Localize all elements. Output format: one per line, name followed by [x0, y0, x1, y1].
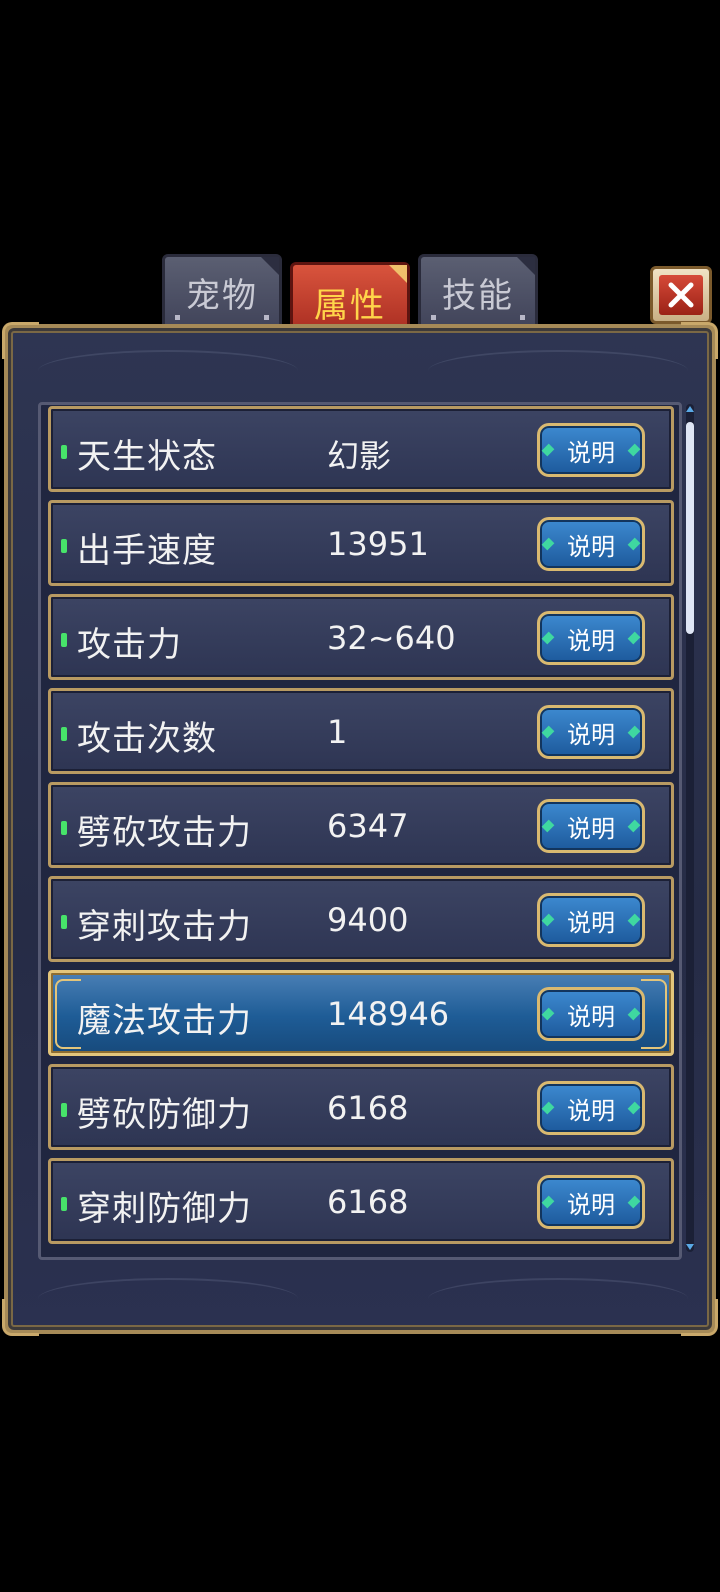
- explain-button[interactable]: 说明: [537, 423, 645, 477]
- explain-button[interactable]: 说明: [537, 1081, 645, 1135]
- tab-skills[interactable]: 技能: [418, 254, 538, 330]
- bullet-icon: [61, 727, 67, 741]
- attribute-row[interactable]: 穿刺攻击力 9400 说明: [48, 876, 674, 962]
- attribute-value: 6347: [327, 807, 409, 845]
- attribute-label: 攻击次数: [77, 719, 217, 759]
- explain-button[interactable]: 说明: [537, 517, 645, 571]
- bullet-icon: [61, 633, 67, 647]
- explain-button[interactable]: 说明: [537, 705, 645, 759]
- attribute-row[interactable]: 穿刺防御力 6168 说明: [48, 1158, 674, 1244]
- attribute-label: 魔法攻击力: [77, 1001, 252, 1041]
- attribute-value: 148946: [327, 995, 450, 1033]
- attribute-row[interactable]: 劈砍防御力 6168 说明: [48, 1064, 674, 1150]
- attribute-value: 6168: [327, 1183, 409, 1221]
- tab-pet-label: 宠物: [186, 275, 258, 316]
- attribute-label: 穿刺攻击力: [77, 907, 252, 947]
- bullet-icon: [61, 445, 67, 459]
- explain-button[interactable]: 说明: [537, 893, 645, 947]
- attribute-label: 劈砍防御力: [77, 1095, 252, 1135]
- attribute-value: 32~640: [327, 619, 456, 657]
- attribute-label: 攻击力: [77, 625, 182, 665]
- decorative-swirl: [428, 1278, 688, 1320]
- attribute-row[interactable]: 攻击次数 1 说明: [48, 688, 674, 774]
- attribute-row[interactable]: 出手速度 13951 说明: [48, 500, 674, 586]
- attribute-row[interactable]: 攻击力 32~640 说明: [48, 594, 674, 680]
- tab-skills-label: 技能: [442, 275, 514, 316]
- attribute-row[interactable]: 劈砍攻击力 6347 说明: [48, 782, 674, 868]
- bullet-icon: [61, 915, 67, 929]
- scroll-up-icon[interactable]: [686, 406, 694, 412]
- scrollbar[interactable]: [686, 404, 694, 1252]
- attribute-value: 6168: [327, 1089, 409, 1127]
- corner-ornament: [2, 1299, 39, 1336]
- tab-fold-corner: [517, 257, 535, 275]
- attribute-label: 天生状态: [77, 437, 217, 477]
- corner-ornament: [681, 322, 718, 359]
- explain-button[interactable]: 说明: [537, 1175, 645, 1229]
- scroll-down-icon[interactable]: [686, 1244, 694, 1250]
- tab-attributes-label: 属性: [314, 285, 386, 326]
- attribute-value: 9400: [327, 901, 409, 939]
- bullet-icon: [61, 1103, 67, 1117]
- decorative-swirl: [38, 350, 298, 392]
- close-button[interactable]: [650, 266, 712, 324]
- explain-button[interactable]: 说明: [537, 987, 645, 1041]
- tab-pet[interactable]: 宠物: [162, 254, 282, 330]
- attribute-row[interactable]: 天生状态 幻影 说明: [48, 406, 674, 492]
- attribute-label: 出手速度: [77, 531, 217, 571]
- attribute-value: 幻影: [327, 437, 392, 475]
- tab-fold-corner: [389, 265, 407, 283]
- scrollbar-thumb[interactable]: [686, 422, 694, 634]
- attribute-value: 13951: [327, 525, 429, 563]
- explain-button[interactable]: 说明: [537, 799, 645, 853]
- corner-ornament: [681, 1299, 718, 1336]
- attribute-value: 1: [327, 713, 348, 751]
- corner-ornament: [2, 322, 39, 359]
- bullet-icon: [61, 1197, 67, 1211]
- bullet-icon: [61, 821, 67, 835]
- decorative-swirl: [38, 1278, 298, 1320]
- attribute-label: 穿刺防御力: [77, 1189, 252, 1229]
- explain-button[interactable]: 说明: [537, 611, 645, 665]
- attribute-row-selected[interactable]: 魔法攻击力 148946 说明: [48, 970, 674, 1056]
- attribute-label: 劈砍攻击力: [77, 813, 252, 853]
- bullet-icon: [61, 539, 67, 553]
- decorative-swirl: [428, 350, 688, 392]
- tab-fold-corner: [261, 257, 279, 275]
- close-x-icon: [668, 282, 694, 308]
